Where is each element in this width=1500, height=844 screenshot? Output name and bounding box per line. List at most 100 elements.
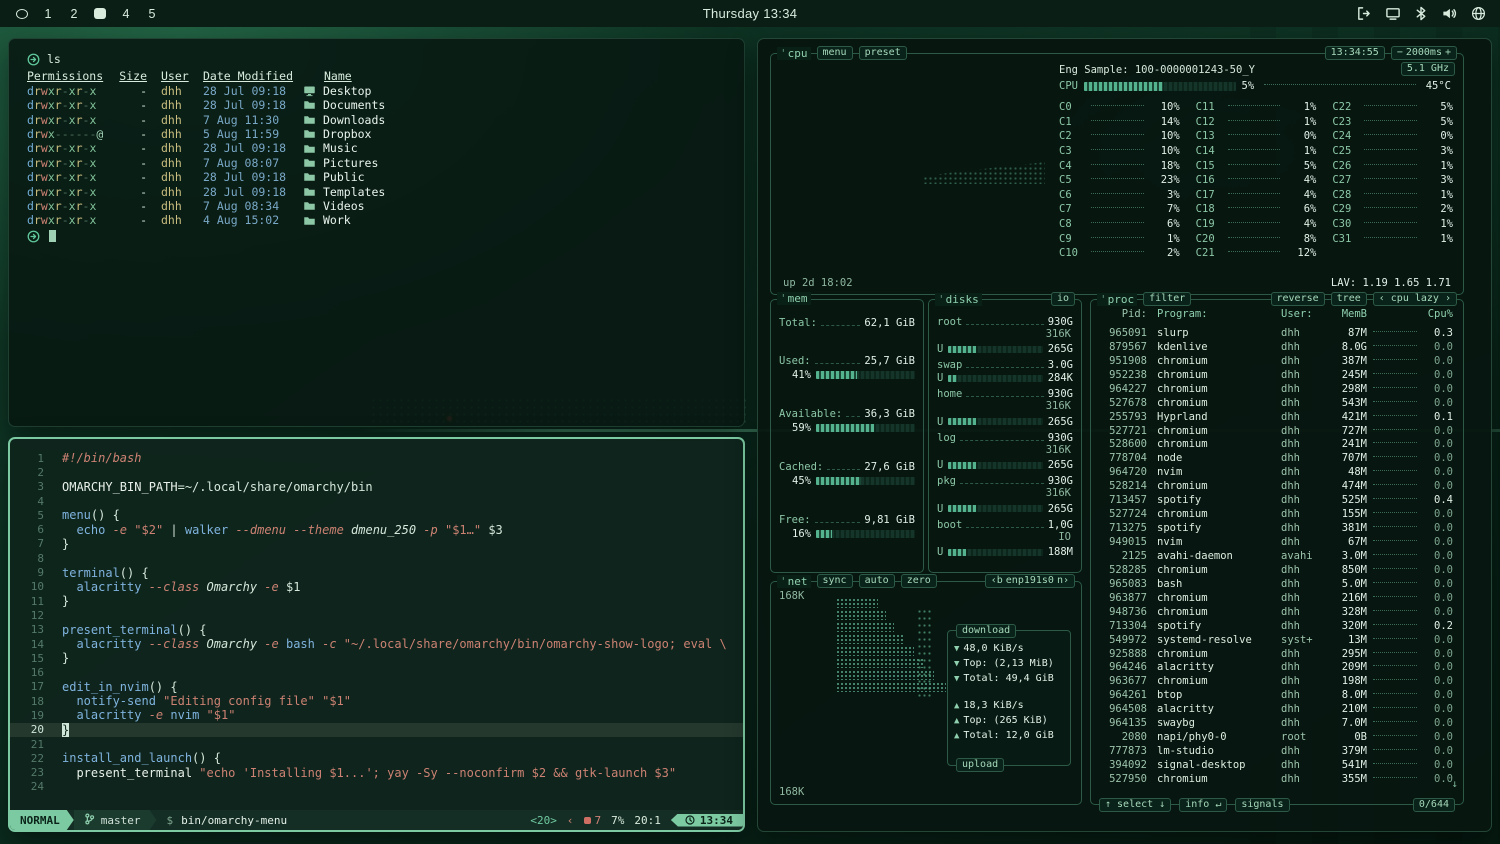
- proc-row[interactable]: 528285chromiumdhh850M0.0: [1099, 563, 1453, 577]
- editor-line[interactable]: 19 alacritty -e nvim "$1": [10, 708, 743, 722]
- proc-row[interactable]: 527721chromiumdhh727M0.0: [1099, 424, 1453, 438]
- editor-line[interactable]: 17edit_in_nvim() {: [10, 680, 743, 694]
- editor-line[interactable]: 22install_and_launch() {: [10, 751, 743, 765]
- reverse-button[interactable]: reverse: [1271, 292, 1325, 306]
- proc-row[interactable]: 879567kdenlivedhh8.0G0.0: [1099, 340, 1453, 354]
- proc-row[interactable]: 713275spotifydhh381M0.0: [1099, 521, 1453, 535]
- proc-row[interactable]: 951908chromiumdhh387M0.0: [1099, 354, 1453, 368]
- io-mode-button[interactable]: io: [1051, 292, 1075, 306]
- proc-row[interactable]: 777873lm-studiodhh379M0.0: [1099, 744, 1453, 758]
- proc-row[interactable]: 963677chromiumdhh198M0.0: [1099, 674, 1453, 688]
- workspace-circle[interactable]: [16, 9, 28, 19]
- interval-plus-button[interactable]: +: [1445, 47, 1451, 59]
- proc-row[interactable]: 952238chromiumdhh245M0.0: [1099, 368, 1453, 382]
- proc-header-mem[interactable]: MemB: [1327, 308, 1367, 320]
- proc-row[interactable]: 713304spotifydhh320M0.2: [1099, 619, 1453, 633]
- select-control[interactable]: ↑ select ↓: [1099, 798, 1171, 812]
- proc-row[interactable]: 527950chromiumdhh355M0.0: [1099, 772, 1453, 786]
- proc-row[interactable]: 964135swaybgdhh7.0M0.0: [1099, 716, 1453, 730]
- editor-line[interactable]: 2: [10, 465, 743, 479]
- scroll-down-icon[interactable]: ↓: [1452, 778, 1458, 790]
- editor-line[interactable]: 11}: [10, 594, 743, 608]
- globe-icon[interactable]: [1471, 6, 1486, 21]
- tree-button[interactable]: tree: [1331, 292, 1367, 306]
- net-history-graph: [771, 592, 947, 794]
- editor-line[interactable]: 23 present_terminal "echo 'Installing $1…: [10, 766, 743, 780]
- proc-row[interactable]: 964246alacrittydhh209M0.0: [1099, 661, 1453, 675]
- editor-line[interactable]: 6 echo -e "$2" | walker --dmenu --theme …: [10, 522, 743, 536]
- proc-row[interactable]: 394092signal-desktopdhh541M0.0: [1099, 758, 1453, 772]
- proc-row[interactable]: 925888chromiumdhh295M0.0: [1099, 647, 1453, 661]
- proc-row[interactable]: 965091slurpdhh87M0.3: [1099, 326, 1453, 340]
- editor-line[interactable]: 13present_terminal() {: [10, 623, 743, 637]
- proc-row[interactable]: 778704nodedhh707M0.0: [1099, 451, 1453, 465]
- proc-row[interactable]: 255793Hyprlanddhh421M0.1: [1099, 410, 1453, 424]
- proc-row[interactable]: 2125avahi-daemonavahi3.0M0.0: [1099, 549, 1453, 563]
- editor-line[interactable]: 1#!/bin/bash: [10, 451, 743, 465]
- proc-row[interactable]: 964261btopdhh8.0M0.0: [1099, 688, 1453, 702]
- proc-row[interactable]: 963877chromiumdhh216M0.0: [1099, 591, 1453, 605]
- editor-line[interactable]: 24: [10, 780, 743, 794]
- editor-line[interactable]: 12: [10, 608, 743, 622]
- interval-minus-button[interactable]: −: [1397, 47, 1403, 59]
- editor-line[interactable]: 16: [10, 665, 743, 679]
- volume-icon[interactable]: [1441, 6, 1457, 21]
- proc-header-cpu[interactable]: Cpu%: [1423, 308, 1453, 320]
- update-interval-control[interactable]: − 2000ms +: [1391, 46, 1457, 60]
- workspace-active[interactable]: [94, 8, 106, 19]
- bluetooth-icon[interactable]: [1415, 6, 1427, 21]
- editor-line[interactable]: 15}: [10, 651, 743, 665]
- iface-next-button[interactable]: n›: [1057, 575, 1069, 587]
- iface-prev-button[interactable]: ‹b: [991, 575, 1003, 587]
- preset-button[interactable]: preset: [859, 46, 907, 60]
- workspace-2[interactable]: 2: [68, 7, 80, 21]
- proc-row[interactable]: 964720nvimdhh48M0.0: [1099, 465, 1453, 479]
- editor-line[interactable]: 9terminal() {: [10, 565, 743, 579]
- proc-row[interactable]: 549972systemd-resolvesyst+13M0.0: [1099, 633, 1453, 647]
- proc-row[interactable]: 527724chromiumdhh155M0.0: [1099, 507, 1453, 521]
- cpu-box: cpu menu preset 13:34:55 − 2000ms + 5.1 …: [770, 53, 1464, 295]
- proc-row[interactable]: 949015nvimdhh67M0.0: [1099, 535, 1453, 549]
- sort-column-control[interactable]: ‹ cpu lazy ›: [1373, 292, 1457, 306]
- editor-line[interactable]: 5menu() {: [10, 508, 743, 522]
- proc-row[interactable]: 528214chromiumdhh474M0.0: [1099, 479, 1453, 493]
- workspace-5[interactable]: 5: [146, 7, 158, 21]
- proc-header-user[interactable]: User:: [1281, 308, 1327, 320]
- proc-row[interactable]: 948736chromiumdhh328M0.0: [1099, 605, 1453, 619]
- desktop-icon: [303, 85, 316, 97]
- cpu-cores: C010%C114%C210%C310%C418%C523%C63%C77%C8…: [1059, 100, 1453, 264]
- proc-row[interactable]: 528600chromiumdhh241M0.0: [1099, 438, 1453, 452]
- proc-header-program[interactable]: Program:: [1147, 308, 1281, 320]
- core-row: C240%: [1332, 129, 1453, 144]
- proc-row[interactable]: 527678chromiumdhh543M0.0: [1099, 396, 1453, 410]
- proc-row[interactable]: 964227chromiumdhh298M0.0: [1099, 382, 1453, 396]
- net-interface-switcher[interactable]: ‹b enp191s0 n›: [985, 574, 1075, 588]
- proc-row[interactable]: 713457spotifydhh525M0.4: [1099, 493, 1453, 507]
- filter-button[interactable]: filter: [1143, 292, 1191, 306]
- proc-header-pid[interactable]: Pid:: [1099, 308, 1147, 320]
- editor-line[interactable]: 8: [10, 551, 743, 565]
- net-zero-button[interactable]: zero: [901, 574, 937, 588]
- editor-line[interactable]: 14 alacritty --class Omarchy -e bash -c …: [10, 637, 743, 651]
- menu-button[interactable]: menu: [817, 46, 853, 60]
- workspace-4[interactable]: 4: [120, 7, 132, 21]
- workspace-1[interactable]: 1: [42, 7, 54, 21]
- editor-line[interactable]: 7}: [10, 537, 743, 551]
- screen-share-icon[interactable]: [1385, 6, 1401, 21]
- proc-row[interactable]: 964508alacrittydhh210M0.0: [1099, 702, 1453, 716]
- proc-row[interactable]: 2080napi/phy0-0root0B0.0: [1099, 730, 1453, 744]
- editor-line[interactable]: 18 notify-send "Editing config file" "$1…: [10, 694, 743, 708]
- info-button[interactable]: info ↵: [1179, 798, 1227, 812]
- editor-line[interactable]: 4: [10, 494, 743, 508]
- editor-line[interactable]: 20}: [10, 723, 743, 737]
- disk-entry: home930G316KU265G: [937, 386, 1073, 430]
- logout-icon[interactable]: [1356, 6, 1371, 21]
- net-auto-button[interactable]: auto: [859, 574, 895, 588]
- editor-line[interactable]: 3OMARCHY_BIN_PATH=~/.local/share/omarchy…: [10, 480, 743, 494]
- editor-line[interactable]: 21: [10, 737, 743, 751]
- folder-icon: [303, 143, 316, 155]
- editor-line[interactable]: 10 alacritty --class Omarchy -e $1: [10, 580, 743, 594]
- proc-row[interactable]: 965083bashdhh5.0M0.0: [1099, 577, 1453, 591]
- signals-button[interactable]: signals: [1235, 798, 1289, 812]
- net-sync-button[interactable]: sync: [817, 574, 853, 588]
